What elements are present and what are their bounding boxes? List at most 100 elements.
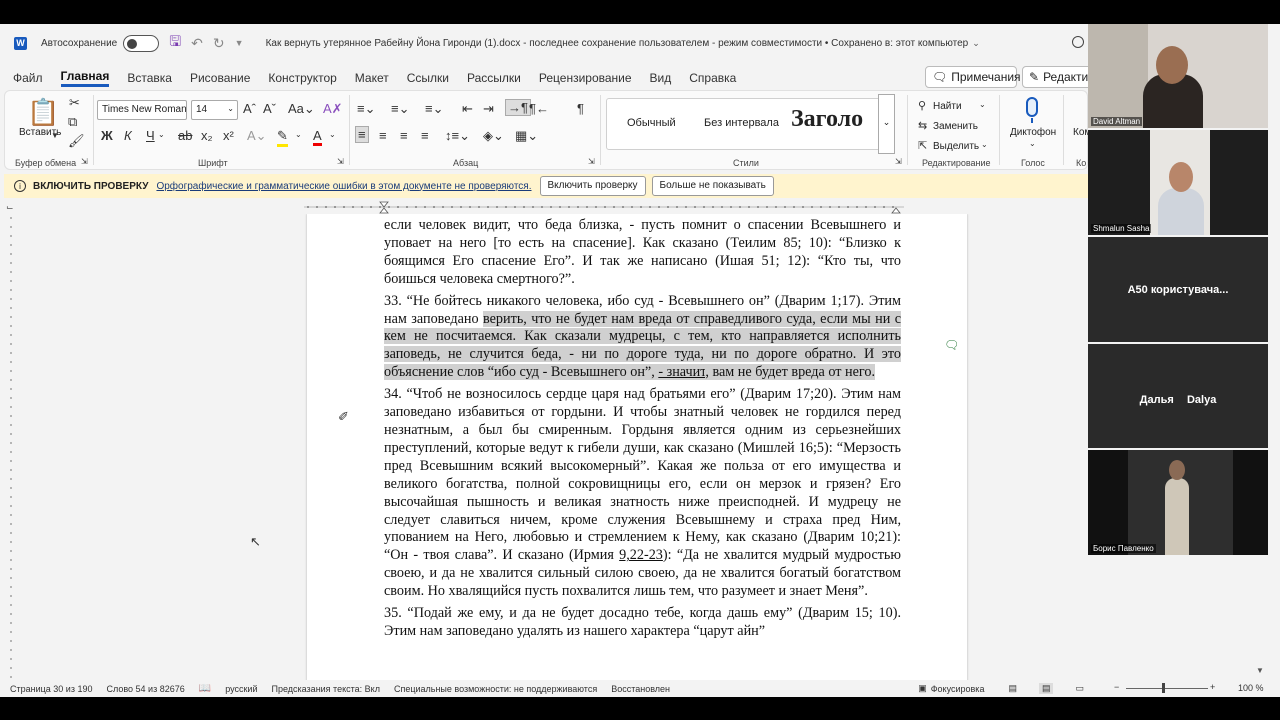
find-button[interactable]: Найти (933, 101, 962, 112)
customize-qat-icon[interactable]: ▼ (235, 38, 244, 48)
superscript-icon[interactable]: x² (223, 128, 234, 143)
read-mode-icon[interactable]: ▤ (1008, 683, 1017, 694)
font-color-dropdown-icon[interactable]: ⌄ (329, 130, 336, 139)
italic-icon[interactable]: К (124, 128, 132, 143)
clear-formatting-icon[interactable]: A✗ (323, 101, 343, 117)
scrollbar-track[interactable] (1268, 24, 1280, 680)
zoom-slider-thumb[interactable] (1162, 683, 1165, 693)
style-heading[interactable]: Заголо (791, 106, 863, 133)
zoom-slider[interactable] (1126, 688, 1208, 689)
search-icon[interactable] (1072, 36, 1084, 48)
clipboard-launcher-icon[interactable]: ⇲ (81, 157, 88, 166)
show-marks-icon[interactable]: ¶ (577, 101, 584, 116)
tab-review[interactable]: Рецензирование (539, 71, 632, 85)
tab-file[interactable]: Файл (13, 71, 43, 85)
right-indent-marker[interactable] (891, 207, 901, 214)
line-spacing-icon[interactable]: ↕≡⌄ (445, 128, 470, 144)
cut-icon[interactable]: ✂ (69, 95, 80, 111)
text-effects-icon[interactable]: A⌄ (247, 128, 267, 144)
grow-font-icon[interactable]: Aˆ (243, 101, 256, 116)
underline-icon[interactable]: Ч (146, 128, 155, 143)
format-painter-icon[interactable]: 🖌 (68, 133, 85, 149)
font-launcher-icon[interactable]: ⇲ (337, 157, 344, 166)
font-size-dropdown-icon[interactable]: ⌄ (227, 104, 234, 113)
tab-draw[interactable]: Рисование (190, 71, 250, 85)
document-page[interactable]: если человек видит, что беда близка, - п… (307, 214, 967, 680)
bold-icon[interactable]: Ж (101, 128, 113, 143)
find-dropdown-icon[interactable]: ⌄ (979, 100, 986, 109)
infobar-message[interactable]: Орфографические и грамматические ошибки … (156, 181, 531, 192)
select-button[interactable]: Выделить (933, 141, 979, 152)
font-name-combo[interactable]: Times New Roman (97, 100, 187, 120)
ltr-direction-icon[interactable]: →¶ (505, 99, 531, 116)
replace-icon[interactable]: ⇆ (918, 119, 927, 132)
document-area[interactable]: если человек видит, что беда близка, - п… (0, 214, 1088, 680)
highlight-color-icon[interactable]: ✎ (277, 128, 288, 147)
style-normal[interactable]: Обычный (627, 117, 676, 129)
comments-button[interactable]: 🗨 Примечания (925, 66, 1021, 88)
scroll-down-arrow-icon[interactable]: ▼ (1256, 666, 1264, 675)
focus-mode[interactable]: Фокусировка (931, 684, 985, 694)
video-tile[interactable]: Борис Павленко (1088, 450, 1268, 555)
align-right-icon[interactable]: ≡ (400, 128, 408, 143)
hanging-indent-marker[interactable] (379, 207, 389, 214)
align-center-icon[interactable]: ≡ (379, 128, 387, 143)
video-tile[interactable]: David Altman (1088, 24, 1268, 128)
tab-layout[interactable]: Макет (355, 71, 389, 85)
title-dropdown-icon[interactable]: ⌄ (972, 38, 980, 49)
zoom-level[interactable]: 100 % (1238, 683, 1264, 693)
shrink-font-icon[interactable]: Aˇ (263, 101, 276, 116)
paragraph[interactable]: 35. “Подай же ему, и да не будет досадно… (384, 605, 901, 641)
tab-mailings[interactable]: Рассылки (467, 71, 521, 85)
tab-home[interactable]: Главная (60, 69, 110, 87)
dictate-button[interactable]: Диктофон (1010, 127, 1056, 138)
paragraph[interactable]: 34. “Чтоб не возносилось сердце царя над… (384, 386, 901, 601)
proofing-icon[interactable]: 📖 (199, 683, 211, 694)
paragraph-launcher-icon[interactable]: ⇲ (588, 157, 595, 166)
undo-icon[interactable]: ↶ (191, 35, 203, 52)
underline-dropdown-icon[interactable]: ⌄ (158, 130, 165, 139)
focus-icon[interactable]: ▣ (918, 683, 927, 694)
tab-view[interactable]: Вид (650, 71, 672, 85)
first-line-indent-marker[interactable] (379, 201, 389, 208)
styles-launcher-icon[interactable]: ⇲ (895, 157, 902, 166)
text-predictions[interactable]: Предсказания текста: Вкл (271, 684, 379, 694)
borders-icon[interactable]: ▦⌄ (515, 128, 538, 144)
web-layout-icon[interactable]: ▭ (1075, 683, 1084, 694)
numbering-icon[interactable]: ≡⌄ (391, 101, 409, 117)
decrease-indent-icon[interactable]: ⇤ (462, 101, 473, 117)
page-count[interactable]: Страница 30 из 190 (10, 684, 92, 694)
copy-icon[interactable]: ⧉ (68, 114, 77, 130)
microphone-icon[interactable] (1026, 97, 1038, 117)
autosave-toggle[interactable] (123, 34, 160, 52)
style-no-spacing[interactable]: Без интервала (704, 117, 779, 129)
video-tile[interactable]: Дальяᅠ Dalya (1088, 344, 1268, 448)
strikethrough-icon[interactable]: ab (178, 128, 192, 143)
tab-selector-icon[interactable]: ⌙ (6, 202, 14, 213)
vertical-ruler[interactable] (4, 214, 18, 680)
comments-group-button[interactable]: Ком (1073, 127, 1088, 138)
save-icon[interactable]: 🖫 (169, 31, 181, 55)
tab-insert[interactable]: Вставка (127, 71, 172, 85)
multilevel-list-icon[interactable]: ≡⌄ (425, 101, 443, 117)
tab-help[interactable]: Справка (689, 71, 736, 85)
document-text[interactable]: если человек видит, что беда близка, - п… (384, 217, 901, 645)
font-size-combo[interactable]: 14 ⌄ (191, 100, 238, 120)
paste-icon[interactable]: 📋 (27, 97, 59, 128)
accessibility-status[interactable]: Специальные возможности: не поддерживают… (394, 684, 597, 694)
tab-design[interactable]: Конструктор (268, 71, 336, 85)
rtl-direction-icon[interactable]: ¶← (529, 101, 549, 116)
enable-proofing-button[interactable]: Включить проверку (539, 176, 646, 196)
print-layout-icon[interactable]: ▤ (1038, 683, 1054, 694)
dont-show-again-button[interactable]: Больше не показывать (651, 176, 774, 196)
select-dropdown-icon[interactable]: ⌄ (981, 140, 988, 149)
align-left-icon[interactable]: ≡ (355, 126, 369, 143)
paragraph[interactable]: если человек видит, что беда близка, - п… (384, 217, 901, 289)
zoom-in-icon[interactable]: + (1210, 682, 1215, 692)
redo-icon[interactable]: ↻ (213, 35, 225, 52)
paste-dropdown-icon[interactable]: ▼ (51, 131, 59, 140)
horizontal-ruler[interactable] (0, 200, 1088, 214)
replace-button[interactable]: Заменить (933, 121, 978, 132)
increase-indent-icon[interactable]: ⇥ (483, 101, 494, 117)
paragraph[interactable]: 33. “Не бойтесь никакого человека, ибо с… (384, 293, 901, 383)
